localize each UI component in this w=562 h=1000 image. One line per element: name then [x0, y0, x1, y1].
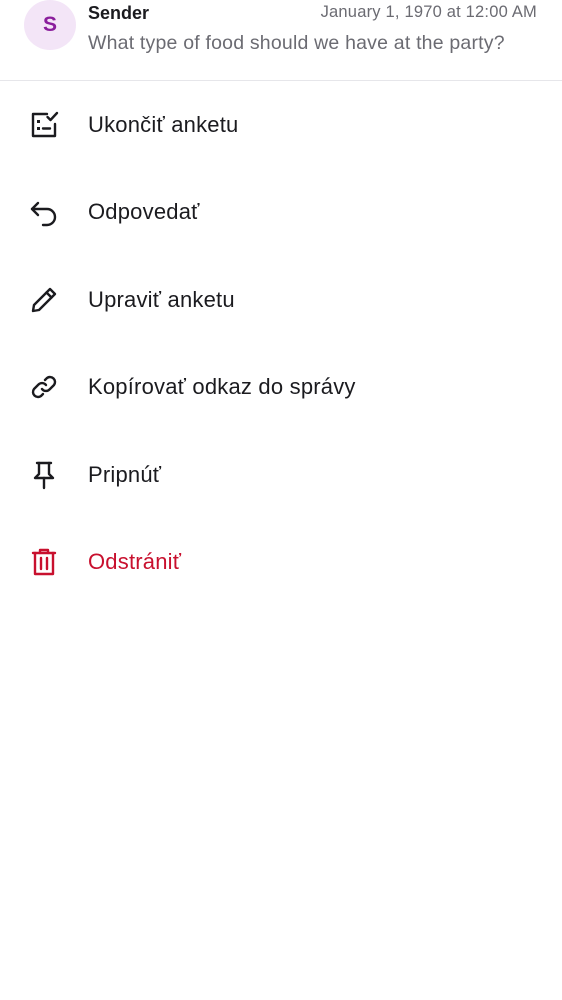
message-preview-header: S Sender January 1, 1970 at 12:00 AM Wha… — [0, 0, 562, 81]
link-icon — [28, 371, 60, 403]
menu-item-delete[interactable]: Odstrániť — [0, 519, 562, 607]
menu-item-reply[interactable]: Odpovedať — [0, 169, 562, 257]
menu-item-label: Pripnúť — [88, 461, 162, 487]
trash-icon — [28, 546, 60, 578]
menu-item-label: Ukončiť anketu — [88, 111, 239, 137]
avatar: S — [24, 0, 76, 50]
pencil-icon — [28, 284, 60, 316]
menu-item-label: Odstrániť — [88, 549, 182, 575]
menu-item-pin[interactable]: Pripnúť — [0, 431, 562, 519]
menu-item-label: Kopírovať odkaz do správy — [88, 374, 356, 400]
reply-icon — [28, 196, 60, 228]
menu-item-label: Odpovedať — [88, 199, 200, 225]
menu-item-end-poll[interactable]: Ukončiť anketu — [0, 81, 562, 169]
menu-item-copy-link[interactable]: Kopírovať odkaz do správy — [0, 344, 562, 432]
menu-item-edit-poll[interactable]: Upraviť anketu — [0, 256, 562, 344]
end-poll-icon — [28, 109, 60, 141]
message-preview-text: What type of food should we have at the … — [88, 32, 505, 54]
message-actions-sheet: S Sender January 1, 1970 at 12:00 AM Wha… — [0, 0, 562, 1000]
message-timestamp: January 1, 1970 at 12:00 AM — [320, 3, 537, 21]
avatar-initial: S — [42, 13, 57, 36]
actions-menu: Ukončiť anketu Odpovedať Upraviť anketu — [0, 81, 562, 606]
menu-item-label: Upraviť anketu — [88, 286, 235, 312]
sender-name: Sender — [88, 3, 150, 23]
pin-icon — [28, 459, 60, 491]
